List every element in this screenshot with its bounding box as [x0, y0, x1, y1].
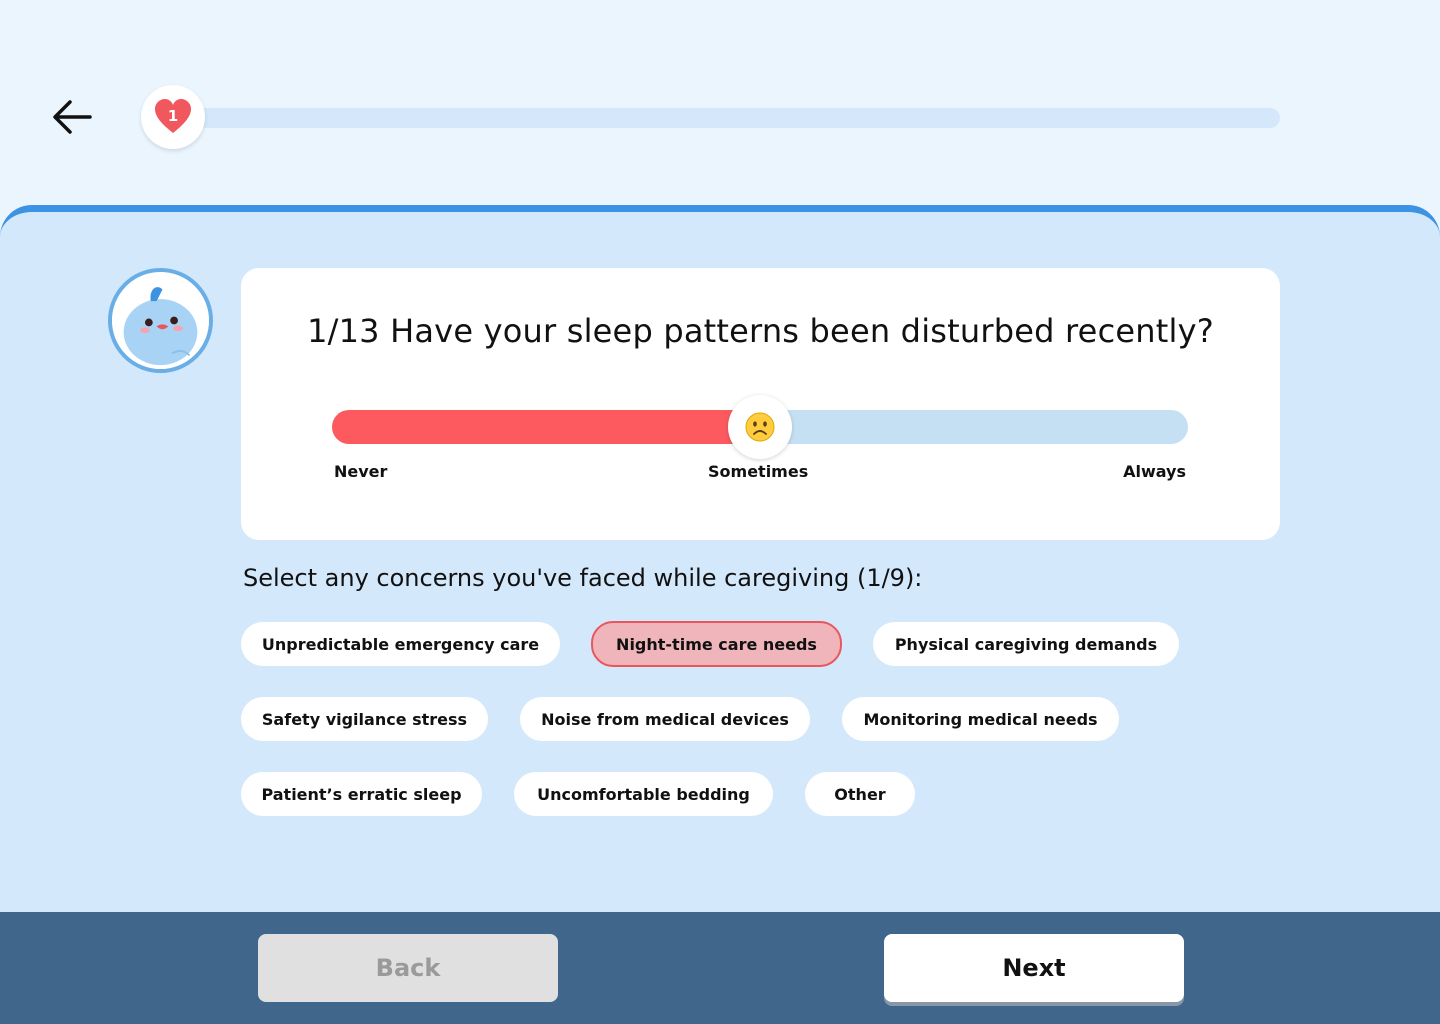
question-title: 1/13 Have your sleep patterns been distu… — [307, 312, 1214, 350]
concern-chip-uncomfortable-bedding[interactable]: Uncomfortable bedding — [514, 772, 773, 816]
slightly-frowning-face-icon — [745, 412, 775, 442]
concern-chip-patients-erratic-sleep[interactable]: Patient’s erratic sleep — [241, 772, 482, 816]
concern-chip-safety-vigilance-stress[interactable]: Safety vigilance stress — [241, 697, 488, 741]
progress-track — [180, 108, 1280, 128]
concern-chip-unpredictable-emergency-care[interactable]: Unpredictable emergency care — [241, 622, 560, 666]
heart-badge: 1 — [141, 85, 205, 149]
question-card: 1/13 Have your sleep patterns been distu… — [241, 268, 1280, 540]
back-arrow-icon[interactable] — [50, 97, 96, 137]
scale-label-always: Always — [1123, 462, 1186, 481]
scale-label-never: Never — [334, 462, 388, 481]
frequency-slider-knob[interactable] — [728, 395, 792, 459]
concerns-heading: Select any concerns you've faced while c… — [243, 564, 923, 592]
mascot-avatar — [108, 268, 213, 373]
scale-label-sometimes: Sometimes — [708, 462, 809, 481]
progress-count: 1 — [167, 107, 179, 125]
concern-chip-other[interactable]: Other — [805, 772, 915, 816]
back-button[interactable]: Back — [258, 934, 558, 1002]
top-bar: 1 — [0, 0, 1440, 210]
concern-chip-physical-caregiving-demands[interactable]: Physical caregiving demands — [873, 622, 1179, 666]
frequency-slider-fill — [332, 410, 760, 444]
next-button[interactable]: Next — [884, 934, 1184, 1002]
concern-chip-noise-from-medical-devices[interactable]: Noise from medical devices — [520, 697, 810, 741]
footer-bar — [0, 912, 1440, 1024]
concern-chip-monitoring-medical-needs[interactable]: Monitoring medical needs — [842, 697, 1119, 741]
concern-chip-night-time-care-needs[interactable]: Night-time care needs — [591, 621, 842, 667]
